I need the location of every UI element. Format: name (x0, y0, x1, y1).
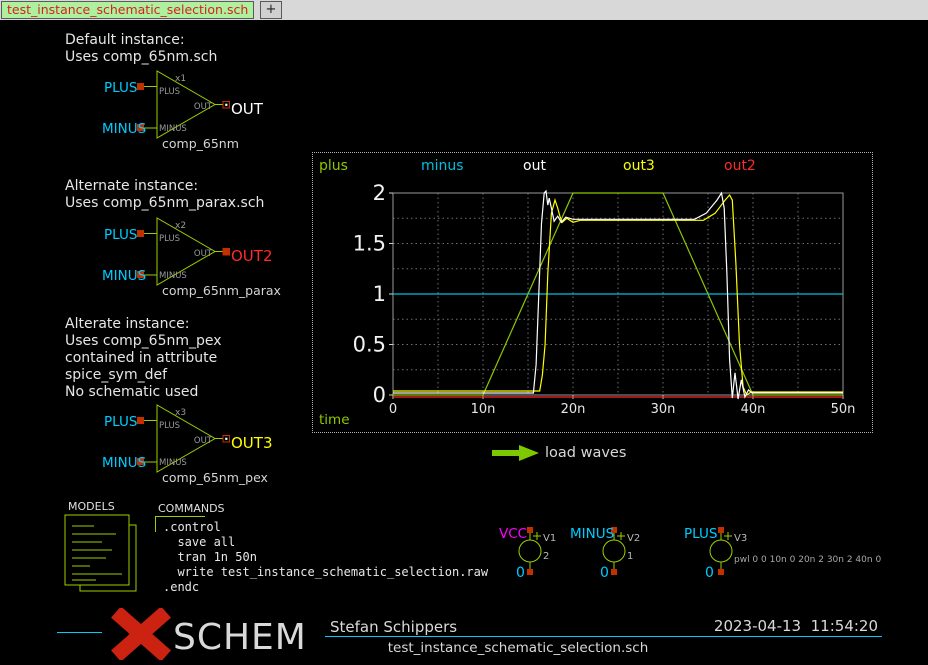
pin-name-out: OUT (194, 249, 213, 259)
signal-label-out2: out2 (724, 158, 756, 174)
symbol-name-label: comp_65nm (162, 136, 239, 151)
net-label-gnd[interactable]: 0 (516, 565, 525, 581)
new-tab-button[interactable]: + (260, 1, 282, 19)
signal-label-plus: plus (319, 158, 348, 174)
spice-line: save all (163, 535, 488, 550)
instance3-description: Alterate instance:Uses comp_65nm_pexcont… (65, 316, 222, 401)
timestamp: 2023-04-13 11:54:20 (640, 617, 878, 635)
instance2-description: Alternate instance:Uses comp_65nm_parax.… (65, 178, 264, 212)
waveform-plot: 0 10n 20n 30n 40n 50n 0 0.5 1 1.5 2 (313, 153, 872, 432)
svg-text:0.5: 0.5 (353, 333, 386, 357)
symbol-name-label: comp_65nm_parax (162, 283, 281, 298)
signal-label-out3: out3 (623, 158, 655, 174)
spice-line: write test_instance_schematic_selection.… (163, 565, 488, 580)
net-label-minus[interactable]: MINUS (102, 268, 146, 284)
output-pin-dot (225, 438, 227, 440)
svg-text:1: 1 (373, 282, 386, 306)
models-document-icon[interactable] (62, 512, 144, 596)
svg-text:40n: 40n (741, 402, 766, 417)
svg-text:0: 0 (389, 402, 397, 417)
symbol-name-label: comp_65nm_pex (162, 470, 268, 485)
pin-square (137, 417, 144, 424)
refdes-v2: V2 (627, 533, 640, 544)
net-label-minus[interactable]: MINUS (102, 121, 146, 137)
net-label-out3[interactable]: OUT3 (231, 434, 273, 452)
net-label-vcc[interactable]: VCC (499, 526, 527, 542)
value-v2: 1 (627, 551, 633, 562)
net-label-gnd[interactable]: 0 (600, 565, 609, 581)
spice-line: .control (163, 520, 488, 535)
commands-bracket (155, 516, 205, 517)
svg-text:10n: 10n (471, 402, 496, 417)
refdes-label: x1 (175, 74, 186, 84)
signal-label-minus: minus (421, 158, 464, 174)
signal-label-out: out (523, 158, 546, 174)
load-waves-launcher[interactable]: load waves (545, 445, 626, 461)
net-label-plus-src[interactable]: PLUS (684, 526, 717, 542)
commands-bracket (155, 516, 156, 532)
pin-name-out: OUT (194, 436, 213, 446)
spice-line: tran 1n 50n (163, 550, 488, 565)
author-name: Stefan Schippers (330, 618, 457, 636)
net-label-plus[interactable]: PLUS (104, 414, 137, 430)
svg-text:30n: 30n (651, 402, 676, 417)
tab-bar: test_instance_schematic_selection.sch + (0, 0, 928, 20)
refdes-v3: V3 (734, 533, 747, 544)
pin-name-minus: MINUS (159, 124, 187, 134)
output-pin-square (223, 249, 230, 256)
svg-text:2: 2 (373, 181, 386, 205)
net-label-out[interactable]: OUT (231, 100, 263, 118)
svg-text:20n: 20n (561, 402, 586, 417)
spice-commands-block[interactable]: .control save all tran 1n 50n write test… (163, 520, 488, 595)
net-label-gnd[interactable]: 0 (705, 565, 714, 581)
pin-name-minus: MINUS (159, 271, 187, 281)
value-v1: 2 (543, 551, 549, 562)
load-waves-arrow-icon[interactable] (492, 444, 542, 462)
tab-current-schematic[interactable]: test_instance_schematic_selection.sch (1, 1, 254, 19)
pin-name-plus: PLUS (159, 234, 180, 244)
refdes-v1: V1 (543, 533, 556, 544)
xschem-window: test_instance_schematic_selection.sch + … (0, 0, 928, 665)
spice-line: .endc (163, 580, 488, 595)
pin-name-plus: PLUS (159, 87, 180, 97)
xschem-logo-x-icon (106, 608, 176, 660)
svg-text:1.5: 1.5 (353, 232, 386, 256)
output-pin-dot (225, 104, 227, 106)
titleblock-divider (325, 636, 882, 637)
refdes-label: x3 (175, 408, 186, 418)
svg-text:0: 0 (373, 383, 386, 407)
net-label-plus[interactable]: PLUS (104, 80, 137, 96)
titleblock-divider (57, 632, 102, 633)
instance1-description: Default instance:Uses comp_65nm.sch (65, 32, 217, 66)
value-v3-pwl: pwl 0 0 10n 0 20n 2 30n 2 40n 0 (734, 555, 881, 565)
commands-label: COMMANDS (158, 502, 225, 515)
net-label-plus[interactable]: PLUS (104, 227, 137, 243)
pin-name-plus: PLUS (159, 421, 180, 431)
pin-square (137, 230, 144, 237)
net-label-minus-src[interactable]: MINUS (570, 526, 614, 542)
net-label-minus[interactable]: MINUS (102, 455, 146, 471)
refdes-label: x2 (175, 221, 186, 231)
pin-name-minus: MINUS (159, 458, 187, 468)
net-label-out2[interactable]: OUT2 (231, 247, 273, 265)
pin-square (137, 83, 144, 90)
x-axis-name: time (319, 412, 350, 428)
svg-text:50n: 50n (831, 402, 856, 417)
waveform-graph[interactable]: 0 10n 20n 30n 40n 50n 0 0.5 1 1.5 2 plus minus out… (312, 152, 873, 433)
pin-name-out: OUT (194, 102, 213, 112)
schematic-filename: test_instance_schematic_selection.sch (240, 640, 796, 656)
